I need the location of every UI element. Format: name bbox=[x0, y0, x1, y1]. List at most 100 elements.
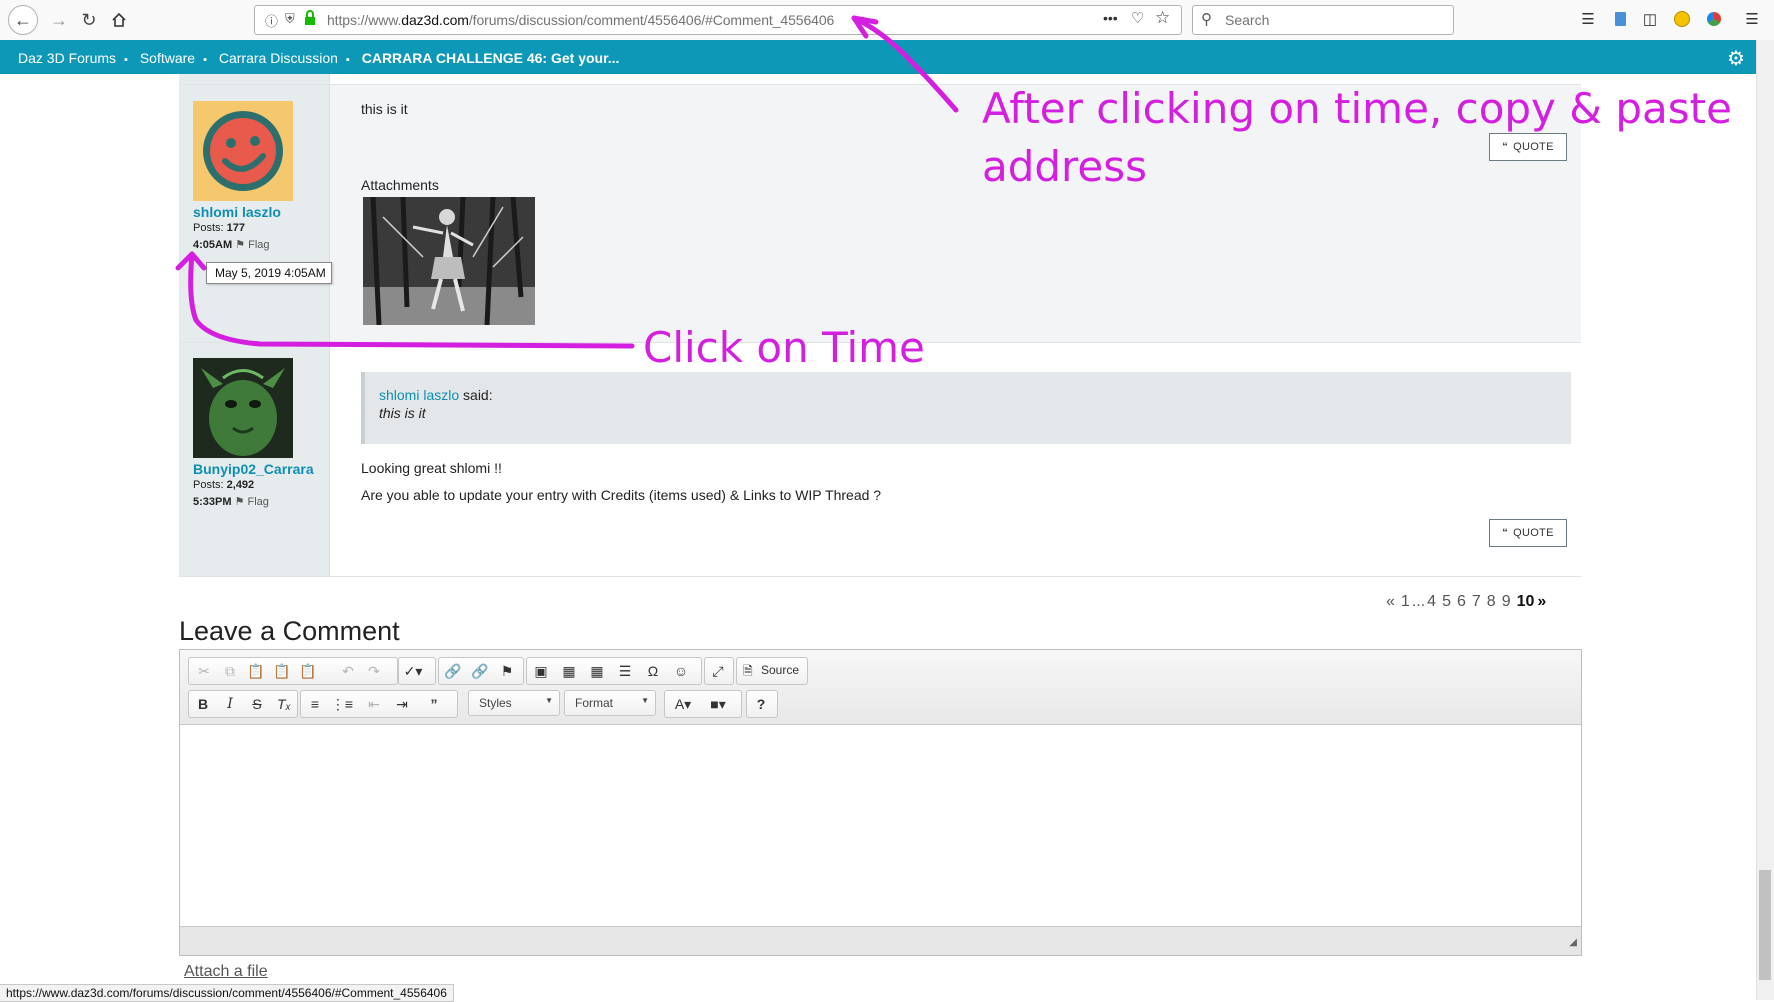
pocket-icon[interactable]: ♡ bbox=[1131, 9, 1144, 27]
page-link[interactable]: 5 bbox=[1442, 593, 1451, 610]
attach-file-link[interactable]: Attach a file bbox=[184, 963, 268, 981]
scrollbar-track[interactable] bbox=[1756, 40, 1774, 1000]
horizontal-rule-icon[interactable]: ☰ bbox=[614, 660, 636, 682]
maximize-group: ⤢ bbox=[704, 657, 734, 685]
reload-icon: ↻ bbox=[81, 9, 97, 30]
back-button[interactable]: ← bbox=[8, 5, 38, 35]
quoted-text: this is it bbox=[379, 405, 426, 421]
source-button[interactable]: 🗎 Source bbox=[736, 657, 808, 685]
list-group: ≡ ⋮≡ ⇤ ⇥ ” bbox=[300, 690, 458, 718]
numbered-list-icon[interactable]: ≡ bbox=[304, 693, 326, 715]
breadcrumb: Daz 3D Forums ▪ Software ▪ Carrara Discuss… bbox=[18, 50, 620, 66]
extension-icon[interactable] bbox=[1672, 9, 1692, 29]
page-link[interactable]: 8 bbox=[1487, 593, 1496, 610]
paste-text-icon[interactable]: 📋 bbox=[271, 660, 293, 682]
breadcrumb-carrara[interactable]: Carrara Discussion bbox=[219, 50, 338, 66]
special-char-icon[interactable]: Ω bbox=[642, 660, 664, 682]
outdent-icon[interactable]: ⇤ bbox=[363, 693, 385, 715]
page-actions-icon[interactable]: ••• bbox=[1103, 10, 1118, 26]
text-color-icon[interactable]: A▾ bbox=[668, 693, 698, 715]
page-prev[interactable]: « bbox=[1386, 593, 1395, 610]
post-author-name[interactable]: Bunyip02_Carrara bbox=[193, 461, 314, 477]
page-link[interactable]: 4 bbox=[1427, 593, 1436, 610]
page-link[interactable]: 6 bbox=[1457, 593, 1466, 610]
quoted-author-link[interactable]: shlomi laszlo bbox=[379, 387, 459, 403]
avatar[interactable] bbox=[193, 358, 293, 458]
reload-button[interactable]: ↻ bbox=[74, 5, 104, 35]
source-icon: 🗎 bbox=[743, 664, 753, 678]
bullet-list-icon[interactable]: ⋮≡ bbox=[331, 693, 353, 715]
search-placeholder: Search bbox=[1225, 12, 1270, 28]
tracking-shield-icon[interactable]: ⛨ bbox=[285, 11, 295, 27]
unlink-icon[interactable]: 🔗 bbox=[469, 660, 491, 682]
page-link[interactable]: 9 bbox=[1502, 593, 1511, 610]
insert-group: ▣ ▦ ▦ ☰ Ω ☺ bbox=[526, 657, 702, 685]
attachment-thumbnail[interactable] bbox=[363, 196, 535, 326]
emoji-icon[interactable]: ☺ bbox=[670, 660, 692, 682]
paste-word-icon[interactable]: 📋 bbox=[297, 660, 319, 682]
avatar[interactable] bbox=[193, 101, 293, 201]
site-header: Daz 3D Forums ▪ Software ▪ Carrara Discuss… bbox=[0, 40, 1774, 74]
paste-icon[interactable]: 📋 bbox=[245, 660, 267, 682]
link-icon[interactable]: 🔗 bbox=[442, 660, 464, 682]
menu-icon[interactable]: ☰ bbox=[1742, 9, 1762, 29]
cut-icon[interactable]: ✂ bbox=[193, 660, 215, 682]
styles-dropdown[interactable]: Styles ▼ bbox=[468, 690, 560, 716]
quote-button[interactable]: “QUOTE bbox=[1489, 519, 1567, 547]
post-time-link[interactable]: 4:05AM bbox=[193, 239, 232, 251]
page-current[interactable]: 10 bbox=[1517, 593, 1535, 610]
image-icon[interactable]: ▣ bbox=[530, 660, 552, 682]
page-link[interactable]: 1 bbox=[1401, 593, 1410, 610]
italic-icon[interactable]: I bbox=[219, 693, 241, 715]
redo-icon[interactable]: ↷ bbox=[363, 660, 385, 682]
breadcrumb-forums[interactable]: Daz 3D Forums bbox=[18, 50, 116, 66]
page-link[interactable]: 7 bbox=[1472, 593, 1481, 610]
format-dropdown[interactable]: Format ▼ bbox=[564, 690, 656, 716]
reader-icon[interactable] bbox=[1610, 9, 1630, 29]
lock-icon bbox=[303, 10, 317, 29]
sidebar-icon[interactable]: ◫ bbox=[1640, 9, 1660, 29]
maximize-icon[interactable]: ⤢ bbox=[707, 660, 729, 682]
addon-icon[interactable] bbox=[1704, 9, 1724, 29]
undo-icon[interactable]: ↶ bbox=[337, 660, 359, 682]
strike-icon[interactable]: S bbox=[246, 693, 268, 715]
quote-button[interactable]: “QUOTE bbox=[1489, 133, 1567, 161]
comment-editor: ✂ ⧉ 📋 📋 📋 ↶ ↷ ✓▾ 🔗 🔗 ⚑ ▣ ▦ ▦ ☰ Ω ☺ ⤢ 🗎 S… bbox=[179, 649, 1582, 956]
scrollbar-thumb[interactable] bbox=[1759, 870, 1771, 980]
page-next[interactable]: » bbox=[1537, 593, 1546, 610]
library-icon[interactable]: ☰ bbox=[1578, 9, 1598, 29]
flag-link[interactable]: ⚑ Flag bbox=[235, 496, 269, 508]
flag-link[interactable]: ⚑ Flag bbox=[235, 239, 269, 251]
media-icon[interactable]: ▦ bbox=[558, 660, 580, 682]
home-icon bbox=[112, 12, 126, 27]
search-bar[interactable]: ⚲ Search bbox=[1192, 5, 1454, 35]
forward-button[interactable]: → bbox=[44, 5, 74, 35]
help-icon[interactable]: ? bbox=[750, 693, 772, 715]
remove-format-icon[interactable]: Tₓ bbox=[273, 693, 295, 715]
quote-header: shlomi laszlo said: bbox=[379, 387, 493, 403]
breadcrumb-software[interactable]: Software bbox=[140, 50, 195, 66]
indent-icon[interactable]: ⇥ bbox=[391, 693, 413, 715]
resize-handle-icon[interactable]: ◢ bbox=[1569, 937, 1577, 948]
table-icon[interactable]: ▦ bbox=[586, 660, 608, 682]
bookmark-star-icon[interactable]: ☆ bbox=[1155, 8, 1170, 28]
spellcheck-icon[interactable]: ✓▾ bbox=[402, 660, 424, 682]
post-time-link[interactable]: 5:33PM bbox=[193, 496, 232, 508]
creature-avatar-icon bbox=[193, 358, 293, 458]
post-divider bbox=[179, 576, 1581, 577]
address-bar[interactable]: ⓘ ⛨ https://www.daz3d.com/forums/discuss… bbox=[254, 5, 1182, 35]
bold-icon[interactable]: B bbox=[192, 693, 214, 715]
anchor-flag-icon[interactable]: ⚑ bbox=[496, 660, 518, 682]
attachments-label: Attachments bbox=[361, 177, 439, 193]
url-text[interactable]: https://www.daz3d.com/forums/discussion/… bbox=[327, 12, 834, 28]
post-author-name[interactable]: shlomi laszlo bbox=[193, 204, 281, 220]
link-status-bar: https://www.daz3d.com/forums/discussion/… bbox=[0, 984, 454, 1002]
info-icon[interactable]: ⓘ bbox=[265, 11, 278, 30]
background-color-icon[interactable]: ■▾ bbox=[703, 693, 733, 715]
settings-gear-icon[interactable]: ⚙ bbox=[1727, 46, 1745, 71]
copy-icon[interactable]: ⧉ bbox=[219, 660, 241, 682]
home-button[interactable] bbox=[104, 5, 134, 35]
comment-textarea[interactable] bbox=[180, 725, 1581, 925]
breadcrumb-current[interactable]: CARRARA CHALLENGE 46: Get your... bbox=[362, 50, 620, 66]
blockquote-icon[interactable]: ” bbox=[423, 693, 445, 715]
